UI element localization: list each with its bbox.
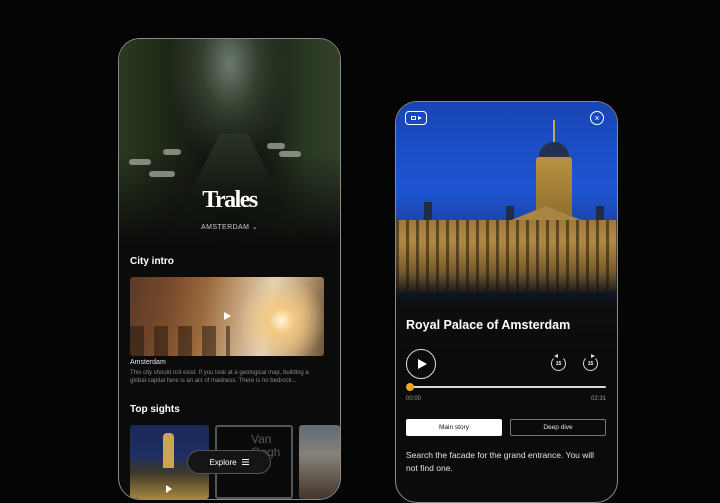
explore-label: Explore <box>209 457 237 467</box>
city-intro-video-card[interactable] <box>130 277 324 356</box>
chevron-down-icon: ⌄ <box>251 224 258 231</box>
spire <box>553 120 555 144</box>
arrowhead <box>591 354 595 358</box>
app-logo: Trales <box>202 187 258 213</box>
arcade-arches <box>130 326 230 356</box>
arrowhead <box>554 354 558 358</box>
media-toggle-icon[interactable] <box>405 111 427 125</box>
palace-tower <box>163 433 174 468</box>
place-title: Royal Palace of Amsterdam <box>406 318 571 332</box>
close-icon[interactable]: × <box>590 111 604 125</box>
boat <box>149 171 175 177</box>
city-selector-label: AMSTERDAM <box>201 224 250 231</box>
time-total: 02:31 <box>591 396 607 402</box>
intro-card-description: This city should not exist. If you look … <box>130 370 309 384</box>
sight-card-canal-houses[interactable] <box>299 425 340 499</box>
rewind-15-icon[interactable]: 15 <box>551 354 566 371</box>
palace-hero-image <box>396 102 617 352</box>
menu-icon <box>241 459 249 465</box>
forward-label: 15 <box>587 360 594 367</box>
tab-main-story[interactable]: Main story <box>406 419 502 436</box>
boat <box>129 159 151 165</box>
boat <box>163 149 181 155</box>
tab-deep-dive[interactable]: Deep dive <box>510 419 606 436</box>
city-guide-screen: Trales AMSTERDAM ⌄ City intro Amsterdam … <box>118 38 341 500</box>
play-button[interactable] <box>406 349 436 379</box>
boat <box>267 143 285 149</box>
rewind-label: 15 <box>555 360 562 367</box>
audio-player-screen: × Royal Palace of Amsterdam 15 15 00:00 … <box>395 101 618 503</box>
city-selector[interactable]: AMSTERDAM ⌄ <box>119 223 340 231</box>
intro-card-title: Amsterdam <box>130 359 166 366</box>
play-icon[interactable] <box>224 312 231 320</box>
city-intro-heading: City intro <box>130 256 174 267</box>
forward-15-icon[interactable]: 15 <box>583 354 598 371</box>
play-icon <box>417 116 422 120</box>
boat <box>279 151 301 157</box>
story-text: Search the facade for the grand entrance… <box>406 450 595 473</box>
progress-track[interactable] <box>410 386 606 388</box>
play-icon <box>418 359 427 369</box>
play-icon[interactable] <box>166 485 172 493</box>
progress-thumb[interactable] <box>406 383 414 391</box>
image-icon <box>410 116 416 120</box>
explore-button[interactable]: Explore <box>187 450 271 474</box>
palace-facade <box>396 220 617 292</box>
time-current: 00:00 <box>406 396 422 402</box>
top-sights-heading: Top sights <box>130 404 180 415</box>
